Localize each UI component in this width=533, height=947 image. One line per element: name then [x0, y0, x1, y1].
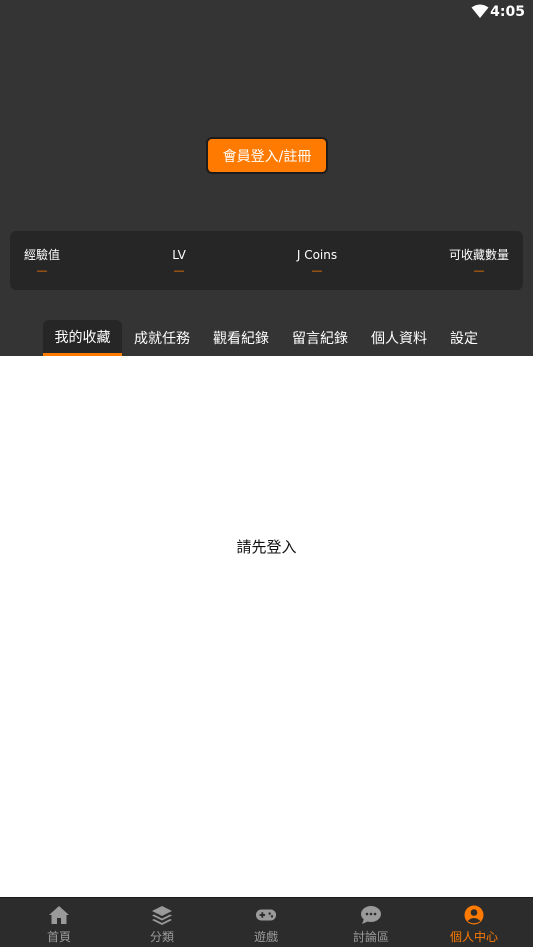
stats-panel: 經驗值 — LV — J Coins — 可收藏數量 — [10, 231, 523, 290]
layers-icon [152, 906, 172, 925]
tab-achievements[interactable]: 成就任務 [129, 320, 195, 356]
status-time: 4:05 [490, 4, 525, 20]
stat-label: LV [172, 248, 186, 262]
nav-personal-center[interactable]: 個人中心 [421, 898, 527, 947]
nav-label: 遊戲 [253, 930, 278, 944]
stat-j-coins: J Coins — [292, 247, 342, 277]
nav-categories[interactable]: 分類 [109, 898, 215, 947]
nav-label: 分類 [149, 930, 174, 944]
stat-value: — [173, 264, 185, 277]
nav-label: 討論區 [352, 930, 389, 944]
nav-label: 個人中心 [449, 930, 498, 944]
gamepad-icon [255, 909, 277, 921]
status-bar: 4:05 [0, 0, 533, 26]
bottom-navigation: 首頁 分類 遊戲 討論區 個人中心 [0, 897, 533, 947]
nav-label: 首頁 [46, 930, 71, 944]
profile-tabs: 我的收藏 成就任務 觀看紀錄 留言紀錄 個人資料 設定 [0, 318, 533, 356]
nav-home[interactable]: 首頁 [6, 898, 112, 947]
stat-value: — [473, 264, 485, 277]
stat-value: — [36, 264, 48, 277]
favorites-content: 請先登入 [0, 356, 533, 897]
stat-value: — [311, 264, 323, 277]
tab-comment-history[interactable]: 留言紀錄 [287, 320, 353, 356]
stat-favorite-capacity: 可收藏數量 — [446, 247, 512, 277]
stat-level: LV — [166, 247, 192, 277]
home-icon [49, 906, 69, 924]
stat-experience: 經驗值 — [24, 247, 60, 277]
tab-profile-info[interactable]: 個人資料 [366, 320, 432, 356]
tab-settings[interactable]: 設定 [446, 320, 482, 356]
nav-games[interactable]: 遊戲 [213, 898, 319, 947]
stat-label: 可收藏數量 [448, 248, 509, 262]
login-prompt-message: 請先登入 [236, 538, 297, 556]
stat-label: J Coins [296, 248, 338, 262]
login-register-button[interactable]: 會員登入/註冊 [206, 137, 328, 174]
stat-label: 經驗值 [24, 248, 61, 262]
tab-watch-history[interactable]: 觀看紀錄 [208, 320, 274, 356]
user-circle-icon [464, 905, 484, 925]
wifi-icon [471, 4, 489, 18]
profile-header: 4:05 會員登入/註冊 經驗值 — LV — J Coins — 可收藏數量 … [0, 0, 533, 356]
tab-my-favorites[interactable]: 我的收藏 [43, 320, 122, 356]
chat-icon [361, 906, 381, 924]
nav-forum[interactable]: 討論區 [318, 898, 424, 947]
